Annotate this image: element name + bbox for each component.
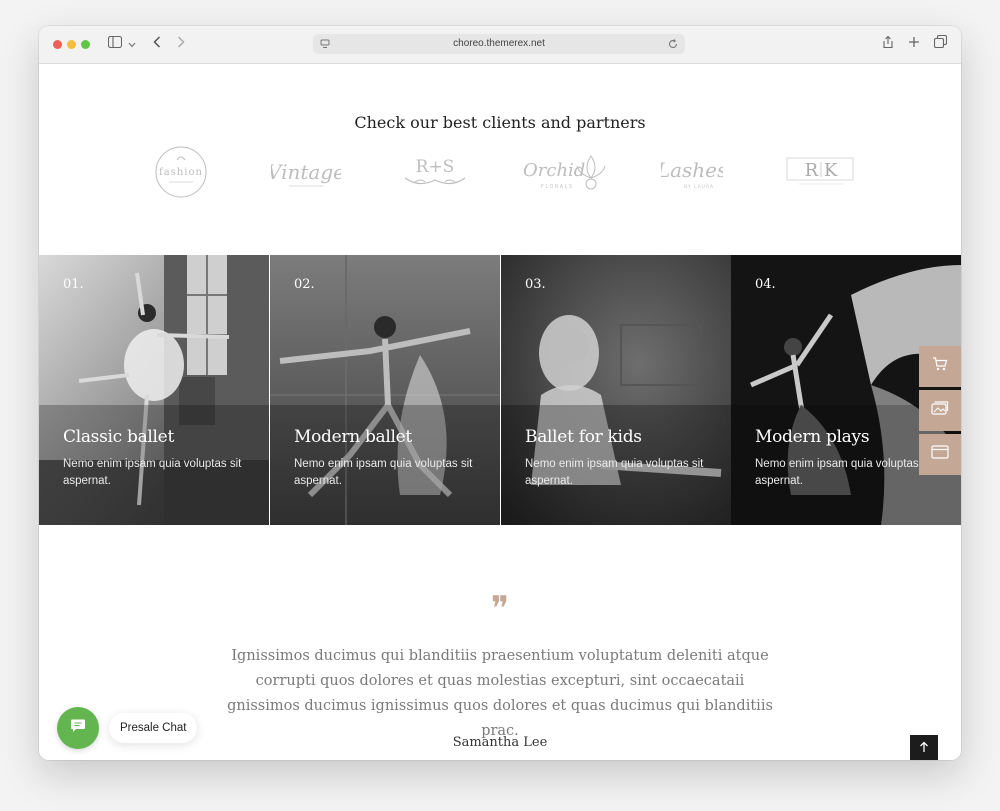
image-stack-icon [931, 401, 949, 420]
partner-logo-fashion[interactable]: fashion [153, 144, 209, 204]
class-title: Modern ballet [294, 427, 412, 447]
browser-toolbar: choreo.themerex.net [39, 26, 961, 64]
class-description: Nemo enim ipsam quia voluptas sit aspern… [63, 458, 242, 487]
partners-heading: Check our best clients and partners [354, 113, 646, 132]
minimize-window-button[interactable] [67, 40, 76, 49]
chat-label[interactable]: Presale Chat [109, 713, 198, 743]
arrow-up-icon [919, 740, 929, 758]
browser-window: choreo.themerex.net Check our best clien… [39, 26, 961, 760]
logo-text-orchid: Orchid [523, 160, 585, 181]
window-icon [931, 445, 949, 464]
tab-overview-icon[interactable] [933, 34, 947, 53]
maximize-window-button[interactable] [81, 40, 90, 49]
partner-logo-lashes[interactable]: Lashes BY LAURA [661, 144, 723, 204]
chat-button[interactable] [57, 707, 99, 749]
class-tile-modern-ballet[interactable]: 02. Modern ballet Nemo enim ipsam quia v… [270, 255, 500, 525]
logo-sub-lashes: BY LAURA [684, 184, 714, 190]
class-number: 04. [755, 277, 776, 292]
classes-grid: 01. Classic ballet Nemo enim ipsam quia … [39, 255, 961, 525]
testimonial-text: Ignissimos ducimus qui blanditiis praese… [227, 648, 773, 739]
reload-icon[interactable] [667, 38, 679, 50]
partner-logo-rs[interactable]: R+S [397, 144, 473, 204]
class-tile-ballet-for-kids[interactable]: 03. Ballet for kids Nemo enim ipsam quia… [501, 255, 731, 525]
class-number: 01. [63, 277, 84, 292]
class-title: Modern plays [755, 427, 870, 447]
url-text: choreo.themerex.net [453, 38, 545, 49]
close-window-button[interactable] [53, 40, 62, 49]
share-icon[interactable] [881, 35, 895, 53]
class-description: Nemo enim ipsam quia voluptas sit aspern… [525, 458, 704, 487]
quote-icon: ❞ [490, 589, 510, 629]
demos-button[interactable] [919, 390, 961, 431]
logo-text-rs: R+S [416, 157, 455, 177]
class-tile-classic-ballet[interactable]: 01. Classic ballet Nemo enim ipsam quia … [39, 255, 269, 525]
layout-button[interactable] [919, 434, 961, 475]
logo-sub-orchid: FLORALS [541, 184, 574, 190]
side-action-panel [919, 346, 961, 478]
logo-text-lashes: Lashes [661, 158, 723, 182]
class-number: 02. [294, 277, 315, 292]
sidebar-toggle-icon[interactable] [107, 35, 123, 53]
class-description: Nemo enim ipsam quia voluptas sit aspern… [755, 458, 934, 487]
partner-logo-rk[interactable]: R K [785, 144, 857, 204]
page-settings-icon[interactable] [319, 38, 331, 50]
back-arrow-icon[interactable] [151, 35, 163, 53]
partner-logo-orchid[interactable]: Orchid FLORALS [521, 144, 613, 204]
cart-button[interactable] [919, 346, 961, 387]
scroll-to-top-button[interactable] [910, 735, 938, 760]
partner-logo-vintage[interactable]: Vintage [271, 144, 341, 204]
chat-bubble-icon [70, 718, 86, 738]
new-tab-icon[interactable] [907, 35, 921, 53]
class-number: 03. [525, 277, 546, 292]
chevron-down-icon[interactable] [127, 35, 137, 53]
logo-text-vintage: Vintage [271, 160, 341, 184]
class-title: Ballet for kids [525, 427, 642, 447]
logo-text-fashion: fashion [159, 167, 203, 178]
class-title: Classic ballet [63, 427, 174, 447]
address-bar[interactable]: choreo.themerex.net [313, 34, 685, 54]
class-description: Nemo enim ipsam quia voluptas sit aspern… [294, 458, 473, 487]
forward-arrow-icon[interactable] [175, 35, 187, 53]
cart-icon [932, 357, 948, 376]
page-content: Check our best clients and partners fash… [39, 64, 961, 760]
